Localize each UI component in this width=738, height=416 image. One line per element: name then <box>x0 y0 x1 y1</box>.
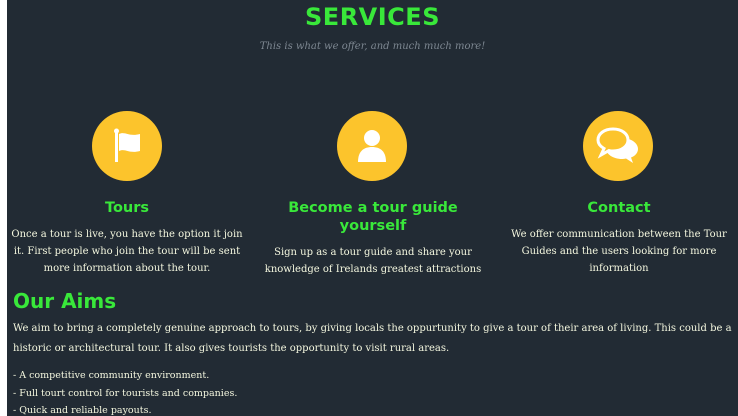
flag-icon <box>114 128 140 162</box>
user-icon <box>358 130 386 162</box>
tours-icon-circle <box>92 111 162 181</box>
chat-bubbles-icon <box>596 127 638 163</box>
services-title: SERVICES <box>305 3 440 31</box>
page: SERVICES This is what we offer, and much… <box>7 0 738 416</box>
list-item: - A competitive community environment. <box>13 370 210 381</box>
tours-title: Tours <box>104 200 150 216</box>
tour-guide-description: Sign up as a tour guide and share your k… <box>264 247 482 275</box>
tour-guide-icon-circle <box>337 111 407 181</box>
services-subtitle: This is what we offer, and much much mor… <box>259 41 486 52</box>
list-item: - Full tourt control for tourists and co… <box>13 387 238 399</box>
tour-guide-title: Become a tour guide yourself <box>288 200 458 234</box>
contact-title: Contact <box>587 200 651 216</box>
aims-paragraph: We aim to bring a completely genuine app… <box>13 323 732 354</box>
tours-description: Once a tour is live, you have the option… <box>11 229 243 274</box>
contact-icon-circle <box>583 111 653 181</box>
aims-title: Our Aims <box>13 289 117 313</box>
contact-description: We offer communication between the Tour … <box>511 229 727 274</box>
aims-list: - A competitive community environment. -… <box>13 367 237 416</box>
list-item: - Quick and reliable payouts. <box>13 405 152 416</box>
